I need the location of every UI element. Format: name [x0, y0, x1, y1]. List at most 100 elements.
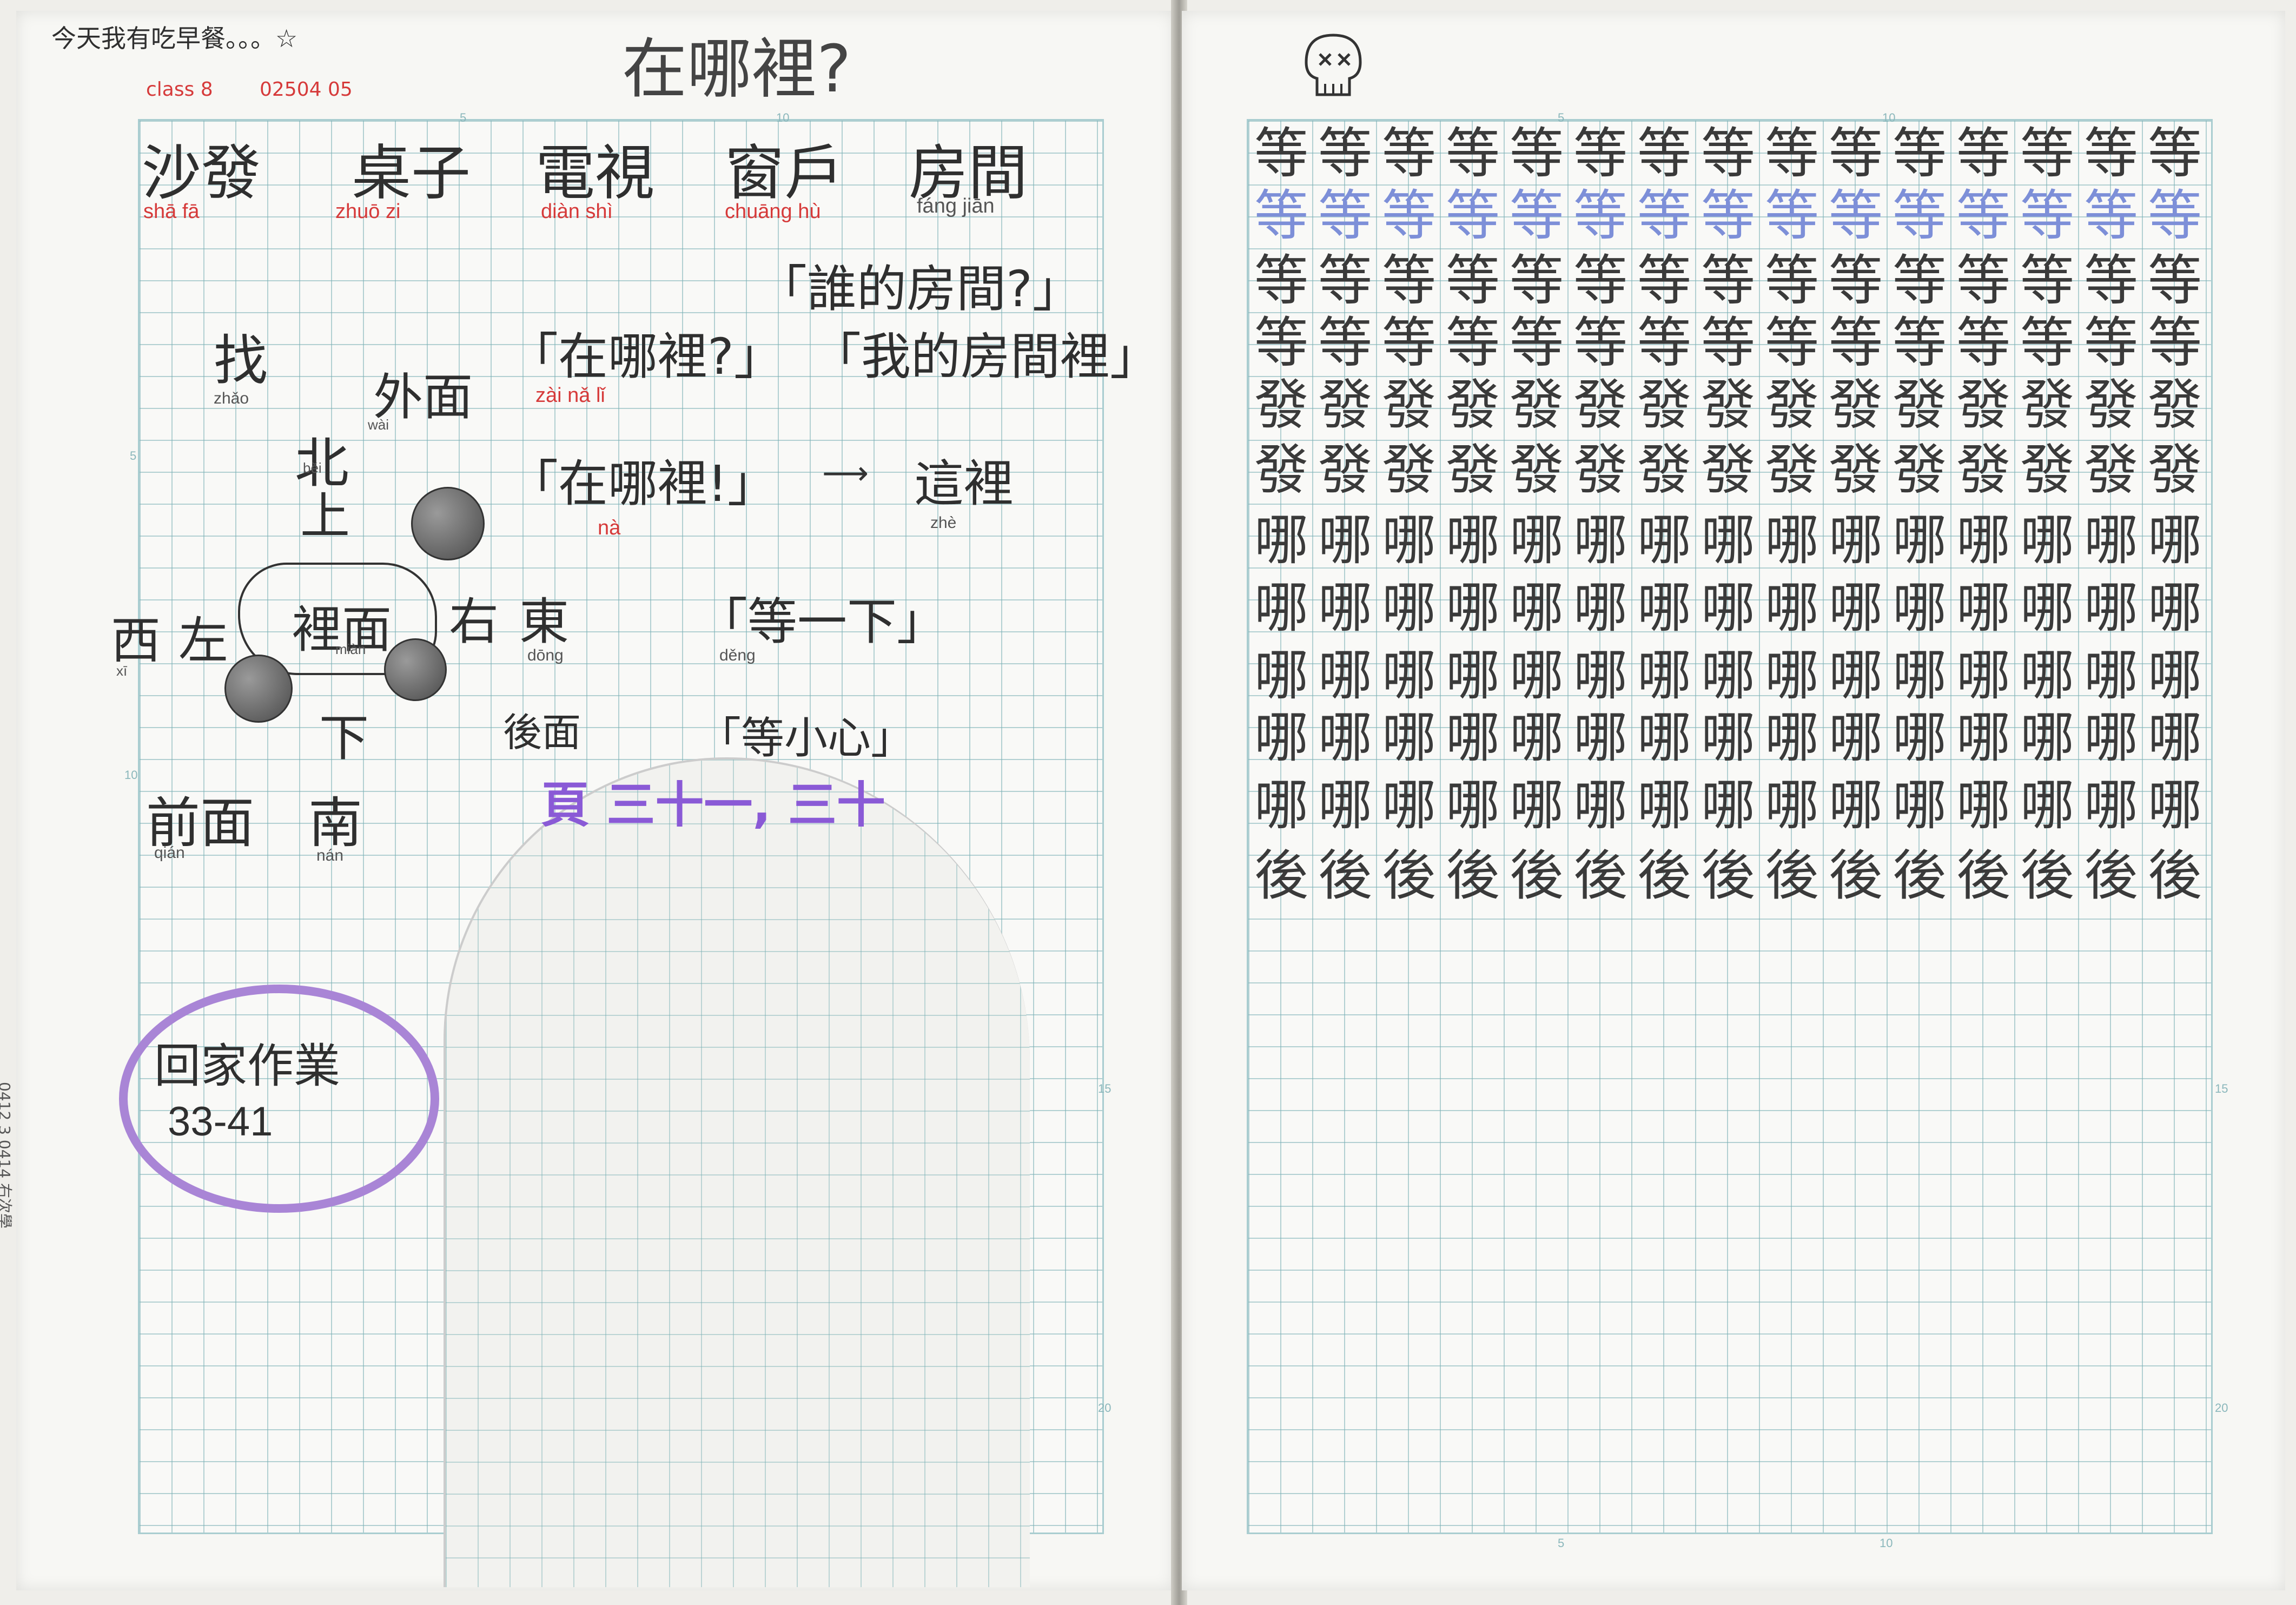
practice-character: 發 — [2148, 438, 2202, 501]
sketch-ball — [224, 655, 293, 723]
practice-character: 哪 — [1382, 576, 1436, 639]
word-find: 找 — [214, 329, 268, 392]
practice-character: 哪 — [1893, 774, 1947, 837]
practice-character: 發 — [1829, 438, 1883, 501]
practice-character: 等 — [1765, 184, 1819, 247]
phrase-pinyin: zhè — [930, 514, 957, 532]
practice-row: 後後後後後後後後後後後後後後後 — [1249, 844, 2207, 908]
practice-character: 等 — [2084, 249, 2138, 312]
practice-character: 哪 — [1893, 644, 1947, 707]
word-pinyin: dōng — [527, 646, 564, 664]
page-title: 在哪裡? — [622, 32, 851, 107]
practice-character: 哪 — [1318, 644, 1372, 707]
word-behind: 後面 — [503, 710, 581, 755]
practice-row: 等等等等等等等等等等等等等等等 — [1249, 249, 2207, 313]
word-right: 右 — [449, 593, 499, 651]
practice-character: 等 — [1510, 249, 1564, 312]
practice-character: 哪 — [1893, 508, 1947, 572]
practice-character: 等 — [1829, 184, 1883, 247]
practice-character: 哪 — [2148, 706, 2202, 769]
word-pinyin: wài — [368, 417, 389, 433]
practice-character: 哪 — [2020, 576, 2074, 639]
practice-character: 等 — [1318, 311, 1372, 374]
vocab-pinyin: diàn shì — [541, 200, 613, 223]
header-note: 今天我有吃早餐。。。☆ — [51, 24, 298, 53]
practice-character: 等 — [1382, 249, 1436, 312]
practice-character: 等 — [2148, 311, 2202, 374]
practice-row: 哪哪哪哪哪哪哪哪哪哪哪哪哪哪哪 — [1249, 774, 2207, 837]
practice-character: 等 — [1829, 311, 1883, 374]
practice-character: 等 — [1956, 184, 2010, 247]
practice-character: 等 — [1956, 311, 2010, 374]
practice-character: 等 — [2020, 122, 2074, 185]
practice-character: 哪 — [1893, 706, 1947, 769]
word-south: 南 — [308, 791, 362, 855]
practice-character: 發 — [1510, 438, 1564, 501]
practice-character: 等 — [1637, 311, 1691, 374]
practice-character: 等 — [1254, 184, 1308, 247]
practice-character: 等 — [2020, 311, 2074, 374]
practice-row: 發發發發發發發發發發發發發發發 — [1249, 438, 2207, 502]
vocab-pinyin: shā fā — [143, 200, 200, 223]
practice-character: 後 — [1829, 844, 1883, 907]
practice-character: 等 — [1382, 184, 1436, 247]
page-reference-note: 頁 三十一, 三十 — [541, 777, 885, 834]
practice-character: 等 — [1637, 122, 1691, 185]
practice-character: 哪 — [1446, 508, 1500, 572]
phrase-careful: 「等小心」 — [698, 713, 914, 763]
practice-character: 等 — [1446, 122, 1500, 185]
practice-character: 發 — [2020, 373, 2074, 437]
practice-row: 等等等等等等等等等等等等等等等 — [1249, 311, 2207, 375]
practice-row: 等等等等等等等等等等等等等等等 — [1249, 184, 2207, 248]
word-pinyin: nán — [316, 847, 344, 864]
practice-character: 哪 — [1382, 774, 1436, 837]
vocab-pinyin: fáng jiān — [917, 195, 995, 217]
practice-character: 哪 — [2084, 774, 2138, 837]
practice-row: 哪哪哪哪哪哪哪哪哪哪哪哪哪哪哪 — [1249, 706, 2207, 770]
practice-character: 後 — [1318, 844, 1372, 907]
practice-character: 哪 — [1829, 706, 1883, 769]
practice-character: 發 — [1956, 438, 2010, 501]
practice-character: 哪 — [1254, 508, 1308, 572]
practice-character: 哪 — [1510, 508, 1564, 572]
practice-character: 哪 — [2020, 508, 2074, 572]
practice-character: 發 — [1254, 373, 1308, 437]
practice-character: 發 — [1382, 438, 1436, 501]
vocab-chars: 電視 — [535, 138, 654, 208]
practice-character: 發 — [1637, 438, 1691, 501]
practice-character: 等 — [1318, 249, 1372, 312]
practice-character: 後 — [2020, 844, 2074, 907]
word-pinyin: miàn — [335, 641, 366, 657]
practice-character: 哪 — [1765, 706, 1819, 769]
practice-character: 哪 — [1446, 576, 1500, 639]
practice-character: 後 — [1956, 844, 2010, 907]
practice-character: 哪 — [2084, 644, 2138, 707]
grid-number: 10 — [1880, 1536, 1893, 1550]
practice-character: 後 — [1446, 844, 1500, 907]
practice-row: 等等等等等等等等等等等等等等等 — [1249, 122, 2207, 186]
phrase-pinyin: zài nǎ lǐ — [535, 384, 605, 407]
practice-character: 等 — [2148, 184, 2202, 247]
practice-character: 哪 — [1637, 508, 1691, 572]
practice-character: 哪 — [1637, 644, 1691, 707]
practice-character: 哪 — [1510, 644, 1564, 707]
practice-character: 等 — [1510, 184, 1564, 247]
practice-character: 等 — [1254, 122, 1308, 185]
side-note: 0412 3 0414 右次學 — [0, 1082, 14, 1229]
practice-character: 發 — [1701, 438, 1755, 501]
practice-character: 哪 — [1701, 706, 1755, 769]
practice-character: 哪 — [1765, 576, 1819, 639]
practice-row: 哪哪哪哪哪哪哪哪哪哪哪哪哪哪哪 — [1249, 508, 2207, 572]
practice-character: 發 — [1573, 373, 1627, 437]
practice-character: 等 — [1254, 249, 1308, 312]
vocab-pinyin: chuāng hù — [725, 200, 821, 223]
practice-character: 哪 — [1701, 576, 1755, 639]
practice-character: 等 — [1510, 311, 1564, 374]
practice-character: 後 — [1637, 844, 1691, 907]
phrase-my-room: 「我的房間裡」 — [811, 328, 1160, 386]
sketch-ball — [384, 638, 447, 701]
practice-character: 等 — [1893, 184, 1947, 247]
practice-character: 等 — [1893, 122, 1947, 185]
practice-character: 後 — [1510, 844, 1564, 907]
word-down: 下 — [319, 709, 369, 767]
